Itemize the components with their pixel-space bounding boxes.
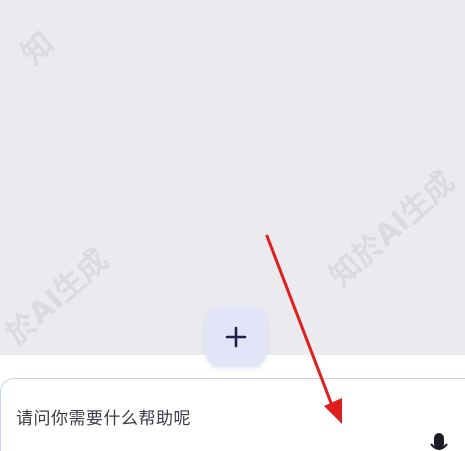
plus-icon — [225, 326, 247, 348]
watermark-right: 知於AI生成 — [323, 164, 462, 294]
message-input-placeholder: 请问你需要什么帮助呢 — [16, 409, 191, 429]
watermark-top-left: 知 — [15, 25, 62, 72]
watermark-left: 於AI生成 — [0, 242, 116, 352]
add-button[interactable] — [206, 307, 266, 367]
chat-screen: 知 知於AI生成 於AI生成 请问你需要什么帮助呢 — [0, 0, 465, 451]
microphone-icon[interactable] — [428, 431, 450, 451]
